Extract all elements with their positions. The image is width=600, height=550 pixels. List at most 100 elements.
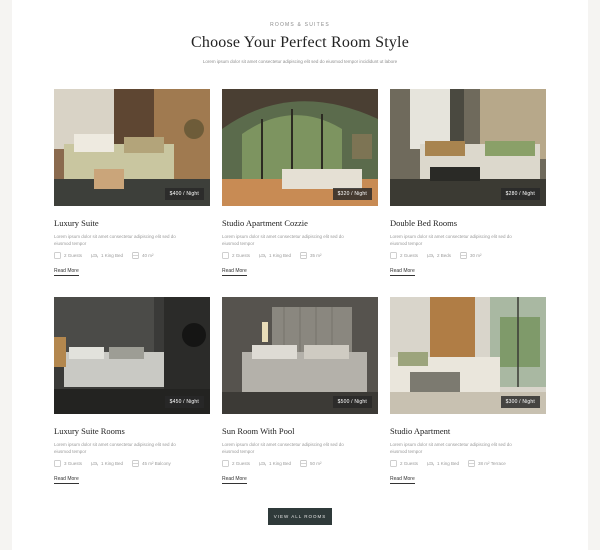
room-meta: 2 Guests 1 King Bed 35 m² [222, 252, 378, 259]
guests-icon [222, 252, 229, 259]
read-more-link[interactable]: Read More [390, 476, 415, 484]
bed-icon [91, 254, 98, 258]
room-card-sun-room-with-pool[interactable]: $500 / Night Sun Room With Pool Lorem ip… [222, 297, 378, 485]
meta-bed-label: 2 Beds [437, 253, 452, 258]
meta-size-label: 38 m² Terrace [478, 461, 506, 466]
room-description: Lorem ipsum dolor sit amet consectetur a… [390, 234, 512, 246]
meta-guests: 2 Guests [390, 252, 418, 259]
guests-icon [222, 460, 229, 467]
meta-bed-label: 1 King Bed [269, 253, 292, 258]
room-meta: 2 Guests 1 King Bed 38 m² Terrace [390, 460, 546, 467]
guests-icon [390, 252, 397, 259]
meta-guests: 3 Guests [54, 460, 82, 467]
price-badge: $320 / Night [332, 188, 372, 200]
meta-bed: 1 King Bed [259, 252, 291, 259]
meta-bed-label: 1 King Bed [101, 461, 124, 466]
meta-size: 38 m² Terrace [468, 460, 506, 467]
area-icon [132, 460, 139, 467]
meta-guests: 2 Guests [54, 252, 82, 259]
bed-icon [259, 462, 266, 466]
room-description: Lorem ipsum dolor sit amet consectetur a… [222, 234, 344, 246]
room-photo[interactable]: $280 / Night [390, 89, 546, 206]
area-icon [460, 252, 467, 259]
meta-guests-label: 2 Guests [400, 253, 419, 258]
price-badge: $400 / Night [164, 188, 204, 200]
room-photo[interactable]: $320 / Night [222, 89, 378, 206]
room-title[interactable]: Studio Apartment Cozzie [222, 218, 378, 228]
room-photo[interactable]: $300 / Night [390, 297, 546, 414]
bed-icon [427, 462, 434, 466]
meta-size: 35 m² [300, 252, 322, 259]
meta-size: 45 m² Balcony [132, 460, 171, 467]
section-header: rooms & suites Choose Your Perfect Room … [12, 22, 588, 65]
room-meta: 2 Guests 1 King Bed 50 m² [222, 460, 378, 467]
price-badge: $500 / Night [332, 396, 372, 408]
guests-icon [54, 252, 61, 259]
room-card-luxury-suite[interactable]: $400 / Night Luxury Suite Lorem ipsum do… [54, 89, 210, 277]
room-meta: 2 Guests 1 King Bed 40 m² [54, 252, 210, 259]
read-more-link[interactable]: Read More [222, 268, 247, 276]
meta-bed: 1 King Bed [427, 460, 459, 467]
price-badge: $300 / Night [500, 396, 540, 408]
read-more-link[interactable]: Read More [390, 268, 415, 276]
price-badge: $280 / Night [500, 188, 540, 200]
meta-bed-label: 1 King Bed [101, 253, 124, 258]
guests-icon [54, 460, 61, 467]
meta-guests-label: 2 Guests [232, 461, 251, 466]
room-title[interactable]: Double Bed Rooms [390, 218, 546, 228]
meta-size: 50 m² [300, 460, 322, 467]
room-card-double-bed-rooms[interactable]: $280 / Night Double Bed Rooms Lorem ipsu… [390, 89, 546, 277]
view-all-rooms-button[interactable]: View All Rooms [268, 508, 332, 525]
area-icon [468, 460, 475, 467]
meta-guests: 2 Guests [390, 460, 418, 467]
room-title[interactable]: Luxury Suite [54, 218, 210, 228]
meta-bed-label: 1 King Bed [437, 461, 460, 466]
meta-bed: 1 King Bed [259, 460, 291, 467]
room-meta: 2 Guests 2 Beds 30 m² [390, 252, 546, 259]
meta-guests: 2 Guests [222, 252, 250, 259]
room-photo[interactable]: $500 / Night [222, 297, 378, 414]
price-badge: $450 / Night [164, 396, 204, 408]
section-subtitle: Lorem ipsum dolor sit amet consectetur a… [202, 59, 398, 64]
area-icon [132, 252, 139, 259]
room-photo[interactable]: $400 / Night [54, 89, 210, 206]
room-meta: 3 Guests 1 King Bed 45 m² Balcony [54, 460, 210, 467]
page: rooms & suites Choose Your Perfect Room … [12, 0, 588, 550]
meta-size-label: 50 m² [310, 461, 322, 466]
room-title[interactable]: Luxury Suite Rooms [54, 426, 210, 436]
read-more-link[interactable]: Read More [222, 476, 247, 484]
meta-guests-label: 2 Guests [232, 253, 251, 258]
bed-icon [259, 254, 266, 258]
room-description: Lorem ipsum dolor sit amet consectetur a… [222, 442, 344, 454]
meta-guests: 2 Guests [222, 460, 250, 467]
meta-guests-label: 3 Guests [64, 461, 83, 466]
room-description: Lorem ipsum dolor sit amet consectetur a… [54, 442, 176, 454]
area-icon [300, 460, 307, 467]
meta-bed: 1 King Bed [91, 252, 123, 259]
meta-size: 30 m² [460, 252, 482, 259]
room-card-studio-apartment-cozzie[interactable]: $320 / Night Studio Apartment Cozzie Lor… [222, 89, 378, 277]
bed-icon [427, 254, 434, 258]
meta-guests-label: 2 Guests [64, 253, 83, 258]
meta-size-label: 35 m² [310, 253, 322, 258]
room-description: Lorem ipsum dolor sit amet consectetur a… [390, 442, 512, 454]
meta-bed: 1 King Bed [91, 460, 123, 467]
room-photo[interactable]: $450 / Night [54, 297, 210, 414]
meta-bed: 2 Beds [427, 252, 451, 259]
area-icon [300, 252, 307, 259]
bed-icon [91, 462, 98, 466]
meta-size-label: 40 m² [142, 253, 154, 258]
room-card-studio-apartment[interactable]: $300 / Night Studio Apartment Lorem ipsu… [390, 297, 546, 485]
guests-icon [390, 460, 397, 467]
section-eyebrow: rooms & suites [270, 22, 330, 28]
room-title[interactable]: Studio Apartment [390, 426, 546, 436]
section-title: Choose Your Perfect Room Style [191, 34, 409, 51]
room-title[interactable]: Sun Room With Pool [222, 426, 378, 436]
read-more-link[interactable]: Read More [54, 268, 79, 276]
meta-guests-label: 2 Guests [400, 461, 419, 466]
meta-size-label: 45 m² Balcony [142, 461, 171, 466]
room-card-luxury-suite-rooms[interactable]: $450 / Night Luxury Suite Rooms Lorem ip… [54, 297, 210, 485]
read-more-link[interactable]: Read More [54, 476, 79, 484]
room-description: Lorem ipsum dolor sit amet consectetur a… [54, 234, 176, 246]
meta-bed-label: 1 King Bed [269, 461, 292, 466]
